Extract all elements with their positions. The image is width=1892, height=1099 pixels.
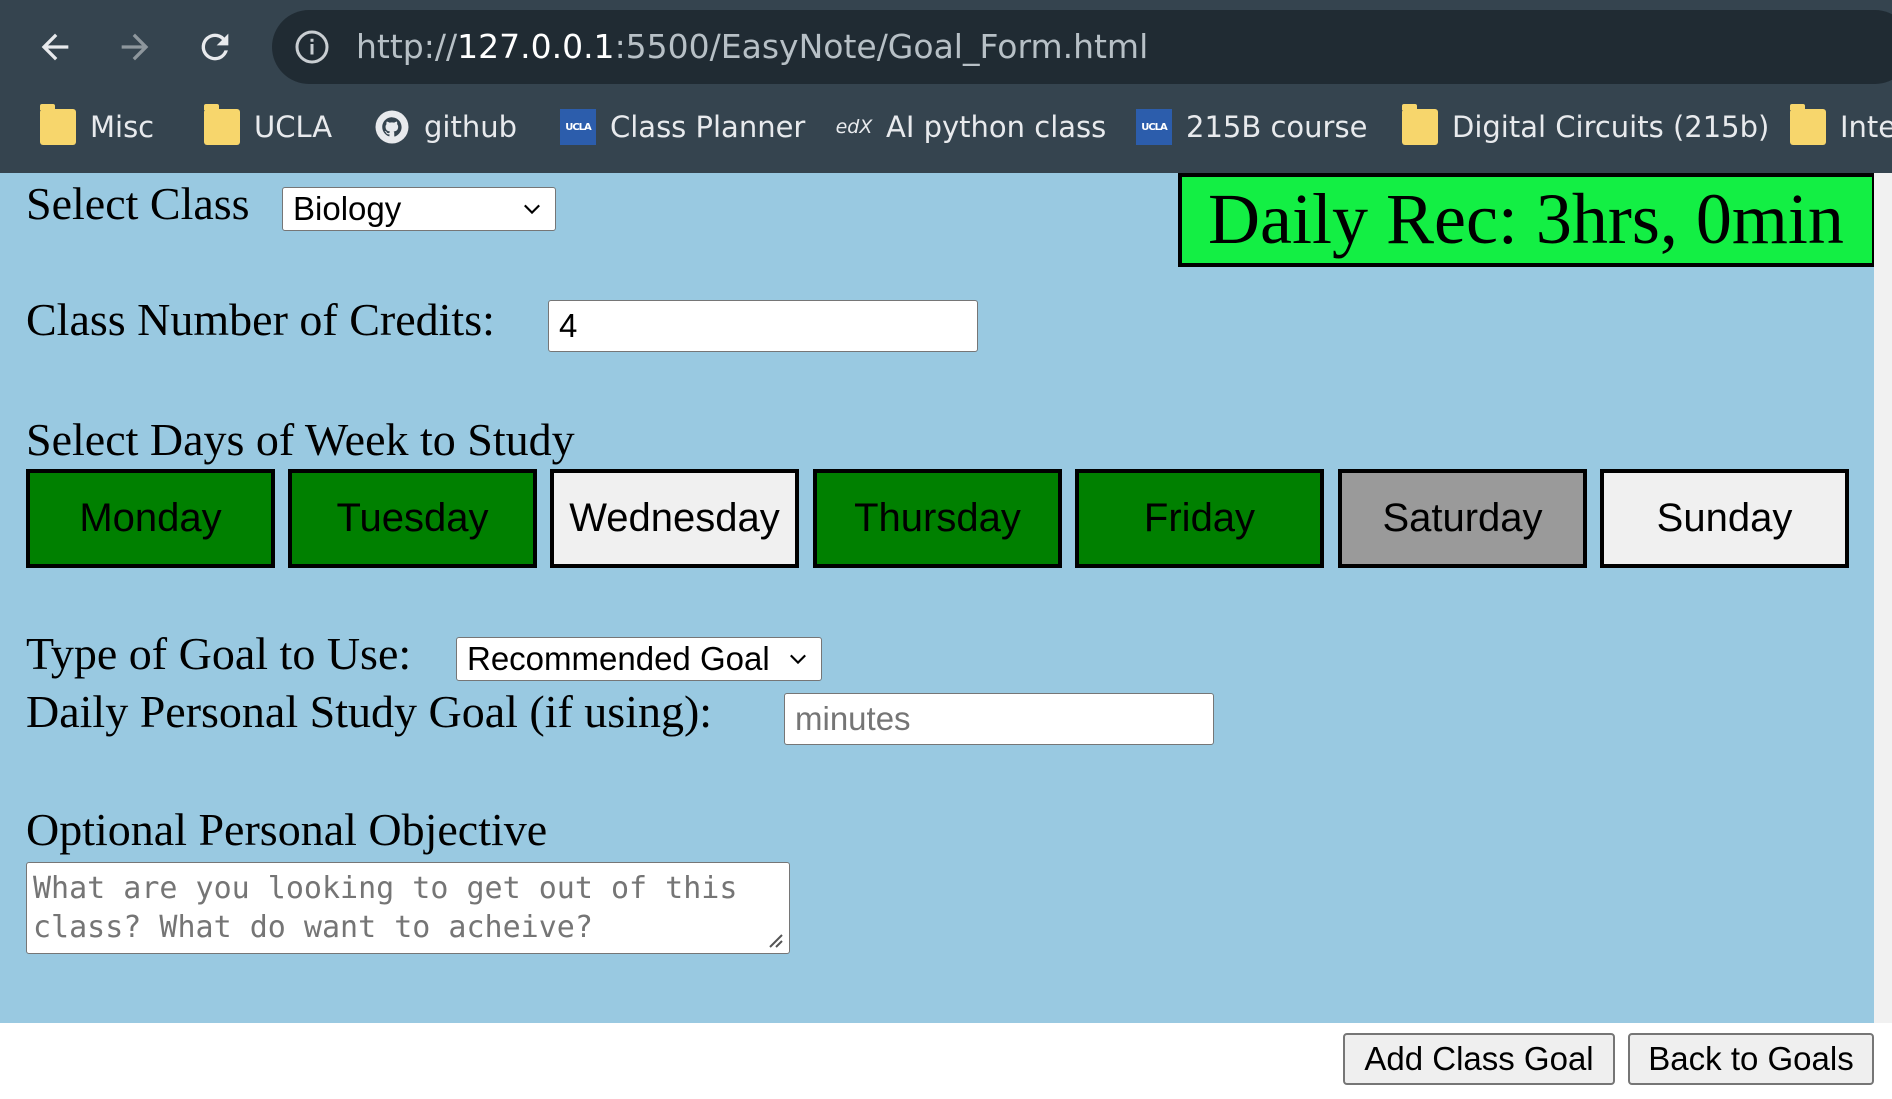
- ucla-icon: UCLA: [560, 109, 596, 145]
- select-class-label: Select Class: [26, 178, 250, 229]
- goal-type-value: Recommended Goal: [467, 640, 770, 677]
- day-sunday-button[interactable]: Sunday: [1600, 469, 1849, 568]
- day-tuesday-button[interactable]: Tuesday: [288, 469, 537, 568]
- bookmark-label: UCLA: [254, 110, 333, 144]
- resize-grip-icon[interactable]: [764, 929, 784, 949]
- day-wednesday-button[interactable]: Wednesday: [550, 469, 799, 568]
- arrow-right-icon: [121, 33, 149, 61]
- vertical-scrollbar[interactable]: [1874, 173, 1892, 1023]
- github-icon: [374, 109, 410, 145]
- bookmark-label: Inte: [1840, 110, 1892, 144]
- chevron-down-icon: [790, 654, 806, 665]
- add-class-goal-button[interactable]: Add Class Goal: [1343, 1033, 1615, 1085]
- back-button[interactable]: [24, 22, 86, 72]
- bookmark-label: AI python class: [886, 110, 1107, 144]
- day-saturday-button[interactable]: Saturday: [1338, 469, 1587, 568]
- url-text[interactable]: http://127.0.0.1:5500/EasyNote/Goal_Form…: [356, 10, 1148, 84]
- ucla-icon: UCLA: [1136, 109, 1172, 145]
- back-to-goals-button[interactable]: Back to Goals: [1628, 1033, 1874, 1085]
- folder-icon: [1402, 104, 1438, 145]
- credits-input[interactable]: [548, 300, 978, 352]
- bookmark-215b-course[interactable]: UCLA 215B course: [1136, 100, 1367, 154]
- personal-goal-input[interactable]: [784, 693, 1214, 745]
- bookmark-ucla[interactable]: UCLA: [204, 100, 332, 154]
- arrow-left-icon: [41, 33, 69, 61]
- browser-toolbar: http://127.0.0.1:5500/EasyNote/Goal_Form…: [0, 0, 1892, 173]
- bookmark-misc[interactable]: Misc: [40, 100, 154, 154]
- bookmark-label: 215B course: [1186, 110, 1368, 144]
- day-friday-button[interactable]: Friday: [1075, 469, 1324, 568]
- bookmark-ai-python[interactable]: edX AI python class: [835, 100, 1107, 154]
- reload-button[interactable]: [184, 22, 246, 72]
- personal-goal-label: Daily Personal Study Goal (if using):: [26, 686, 713, 737]
- bookmark-inte[interactable]: Inte: [1790, 100, 1892, 154]
- bookmark-digital-circuits[interactable]: Digital Circuits (215b): [1402, 100, 1769, 154]
- bookmark-class-planner[interactable]: UCLA Class Planner: [560, 100, 805, 154]
- goal-type-select[interactable]: Recommended Goal: [456, 637, 822, 681]
- address-bar[interactable]: http://127.0.0.1:5500/EasyNote/Goal_Form…: [272, 10, 1892, 84]
- edx-icon: edX: [835, 116, 873, 138]
- info-icon[interactable]: [294, 29, 330, 65]
- objective-textarea[interactable]: [26, 862, 790, 954]
- folder-icon: [1790, 104, 1826, 145]
- bookmark-label: Class Planner: [610, 110, 806, 144]
- days-label: Select Days of Week to Study: [26, 414, 575, 465]
- bookmarks-bar: Misc UCLA github UCLA Class Planner edX …: [0, 100, 1892, 154]
- bookmark-github[interactable]: github: [374, 100, 517, 154]
- class-select[interactable]: Biology: [282, 187, 556, 231]
- bookmark-label: Misc: [90, 110, 155, 144]
- folder-icon: [204, 104, 240, 145]
- reload-icon: [201, 33, 229, 61]
- folder-icon: [40, 104, 76, 145]
- goal-type-label: Type of Goal to Use:: [26, 628, 412, 679]
- chevron-down-icon: [524, 204, 540, 215]
- day-monday-button[interactable]: Monday: [26, 469, 275, 568]
- bookmark-label: Digital Circuits (215b): [1452, 110, 1770, 144]
- bookmark-label: github: [424, 110, 518, 144]
- class-select-value: Biology: [293, 190, 402, 227]
- daily-recommendation-box: Daily Rec: 3hrs, 0min: [1178, 173, 1876, 267]
- day-thursday-button[interactable]: Thursday: [813, 469, 1062, 568]
- credits-label: Class Number of Credits:: [26, 294, 495, 345]
- forward-button[interactable]: [104, 22, 166, 72]
- objective-label: Optional Personal Objective: [26, 804, 548, 855]
